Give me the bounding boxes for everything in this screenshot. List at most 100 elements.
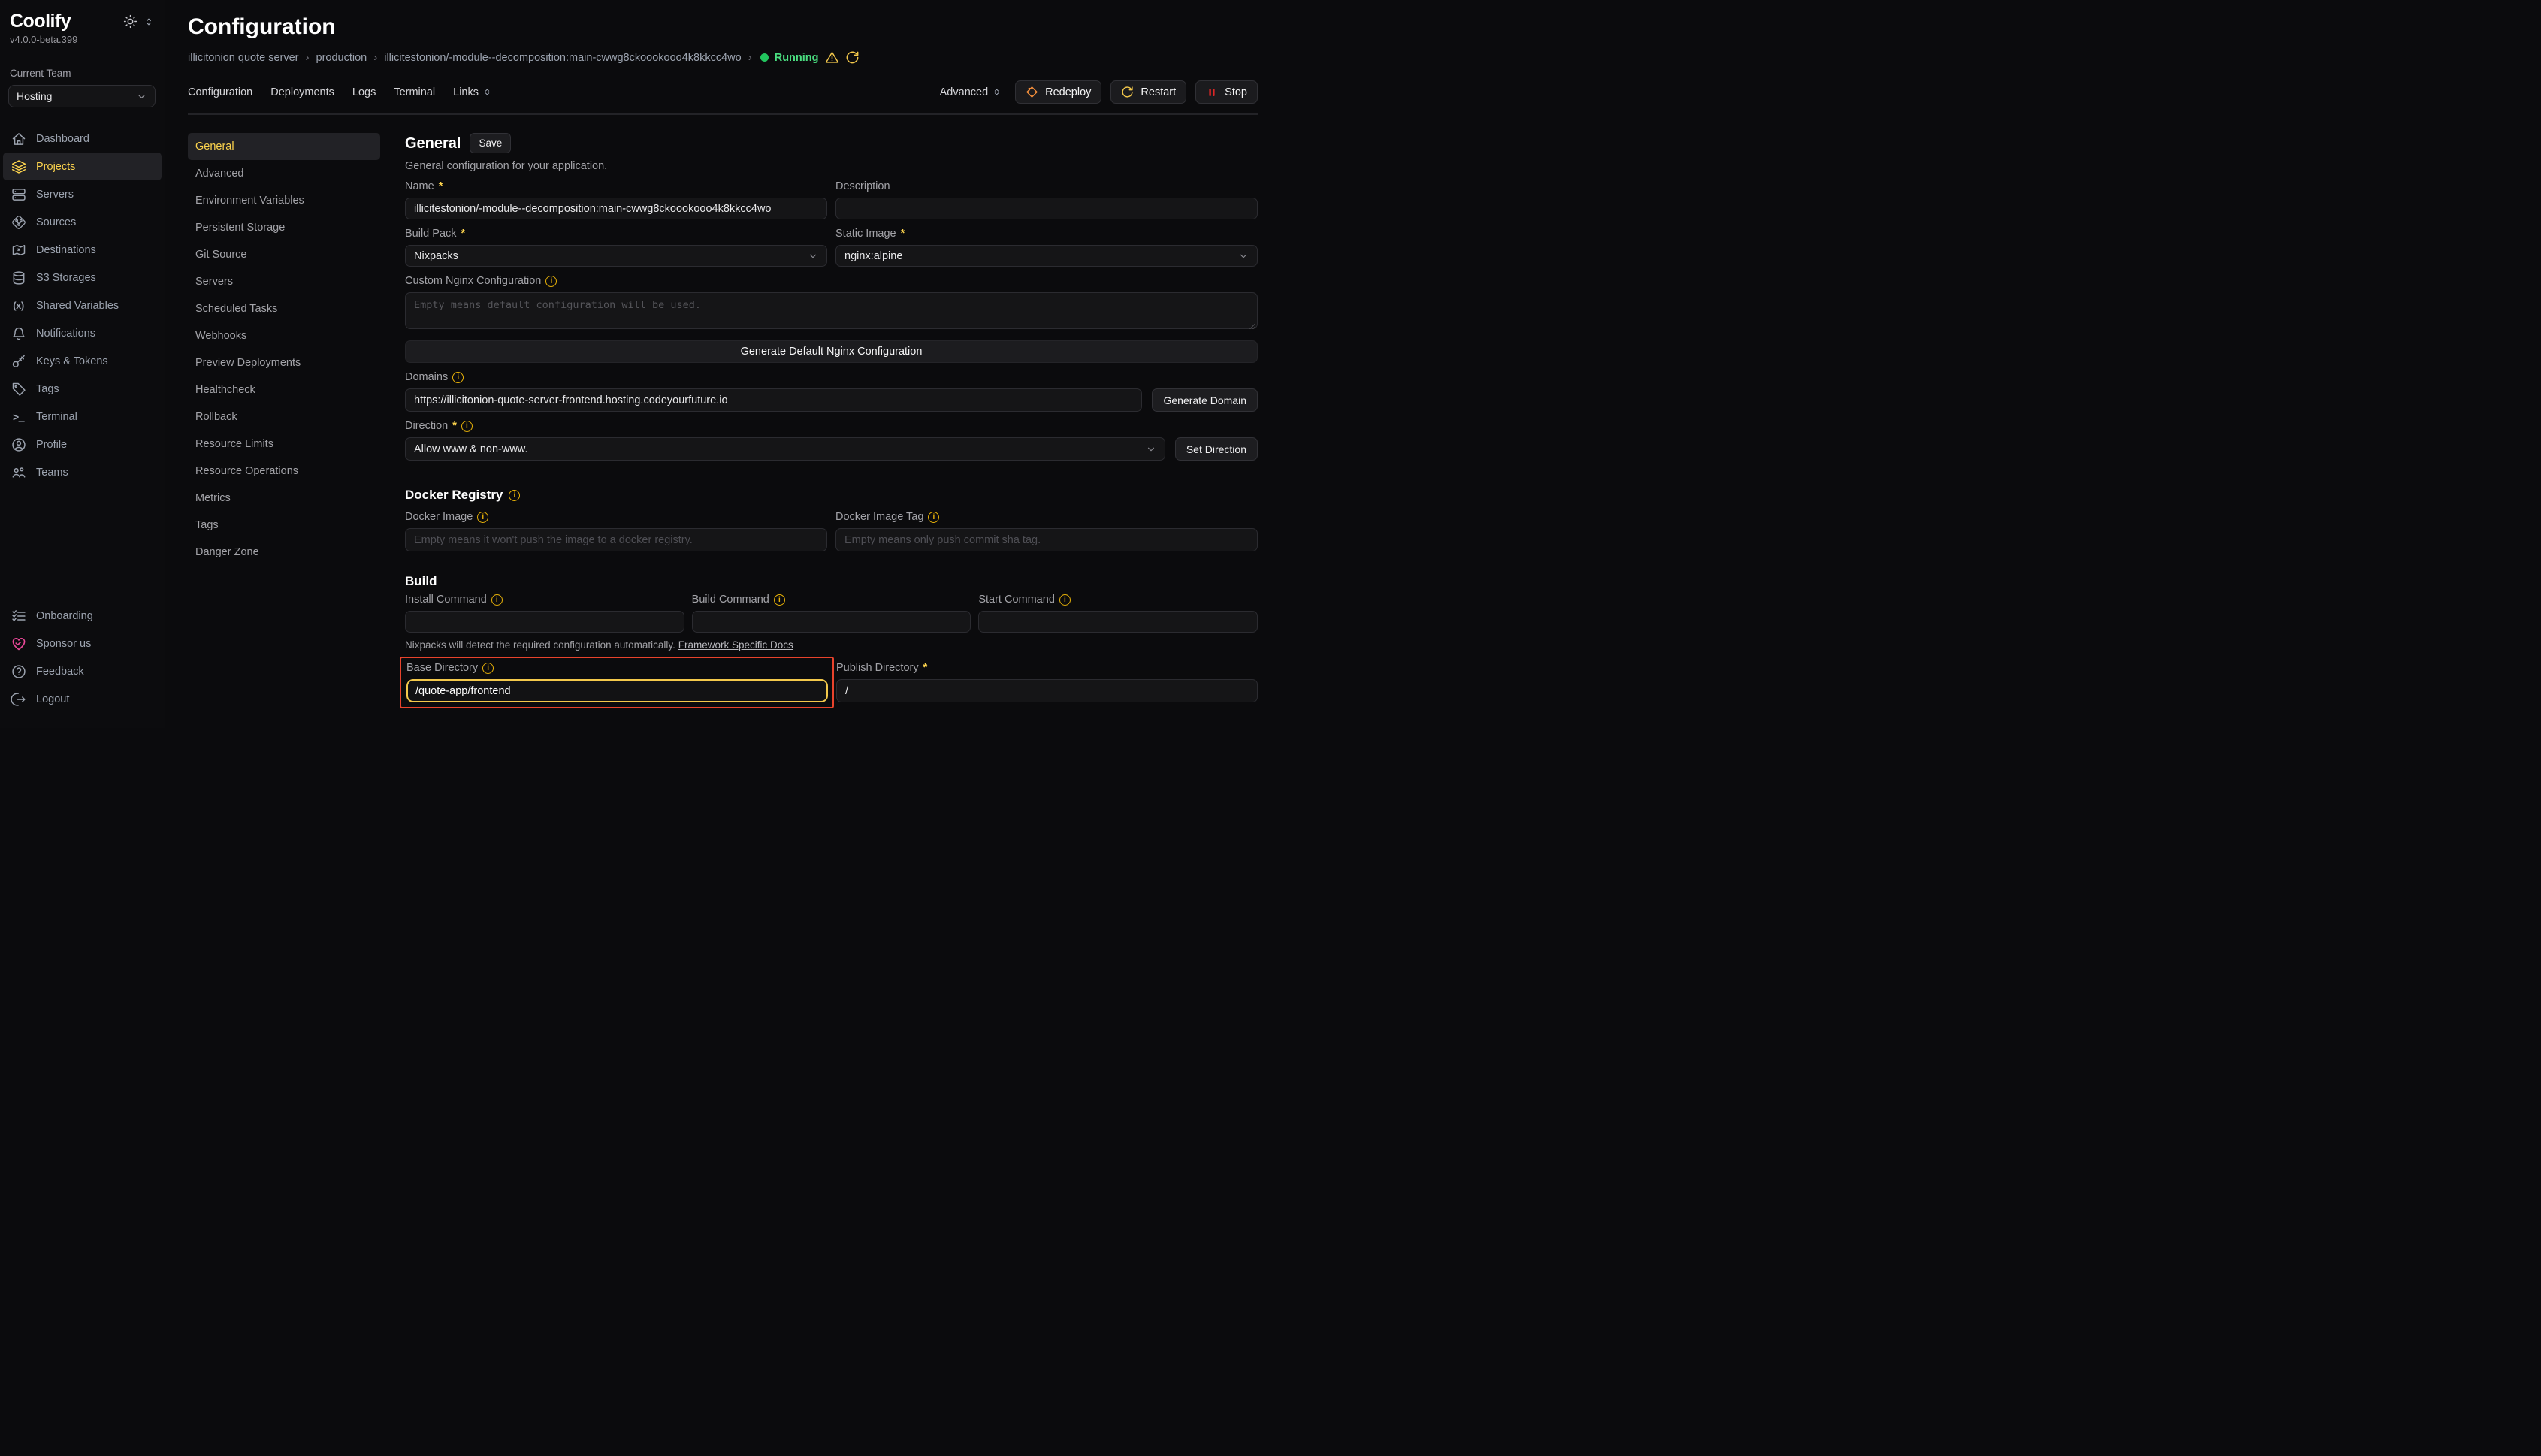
static-image-select[interactable]: nginx:alpine — [835, 245, 1258, 267]
status-dot — [760, 53, 769, 62]
subnav-preview-deployments[interactable]: Preview Deployments — [188, 349, 380, 376]
install-command-input[interactable] — [405, 611, 684, 633]
build-pack-value: Nixpacks — [414, 250, 458, 262]
subnav-servers[interactable]: Servers — [188, 268, 380, 295]
chevron-right-icon: › — [306, 51, 310, 64]
variables-icon — [11, 298, 26, 313]
settings-subnav: General Advanced Environment Variables P… — [188, 133, 380, 566]
redeploy-button[interactable]: Redeploy — [1015, 80, 1101, 104]
subnav-git-source[interactable]: Git Source — [188, 241, 380, 268]
theme-toggle-sun-icon[interactable] — [123, 14, 137, 29]
build-pack-select[interactable]: Nixpacks — [405, 245, 827, 267]
start-command-input[interactable] — [978, 611, 1258, 633]
sidebar-item-profile[interactable]: Profile — [3, 430, 162, 458]
subnav-rollback[interactable]: Rollback — [188, 403, 380, 430]
sidebar-item-logout[interactable]: Logout — [3, 685, 162, 713]
subnav-general[interactable]: General — [188, 133, 380, 160]
sidebar-item-label: Onboarding — [36, 610, 93, 622]
direction-select[interactable]: Allow www & non-www. — [405, 437, 1165, 461]
map-icon — [11, 242, 26, 258]
sidebar-item-onboarding[interactable]: Onboarding — [3, 602, 162, 630]
heart-icon — [11, 636, 26, 651]
base-directory-input[interactable] — [406, 679, 828, 702]
sidebar-item-terminal[interactable]: Terminal — [3, 403, 162, 430]
chevron-down-icon — [136, 91, 147, 102]
save-button[interactable]: Save — [470, 133, 511, 153]
subnav-healthcheck[interactable]: Healthcheck — [188, 376, 380, 403]
sidebar-item-feedback[interactable]: Feedback — [3, 657, 162, 685]
chevron-down-icon — [1238, 251, 1249, 261]
sidebar-item-sources[interactable]: Sources — [3, 208, 162, 236]
theme-select-chevron-icon[interactable] — [144, 17, 154, 27]
sidebar-item-tags[interactable]: Tags — [3, 375, 162, 403]
docker-image-tag-label: Docker Image Tag — [835, 511, 1258, 523]
tab-terminal[interactable]: Terminal — [394, 86, 435, 98]
subnav-danger-zone[interactable]: Danger Zone — [188, 539, 380, 566]
sidebar-item-keys-tokens[interactable]: Keys & Tokens — [3, 347, 162, 375]
breadcrumb-environment[interactable]: production — [316, 52, 367, 64]
sidebar: Coolify v4.0.0-beta.399 Current Team Hos… — [0, 0, 165, 728]
info-icon — [1059, 594, 1071, 606]
git-source-icon — [11, 214, 26, 230]
subnav-scheduled-tasks[interactable]: Scheduled Tasks — [188, 295, 380, 322]
docker-image-tag-input[interactable] — [835, 528, 1258, 551]
sidebar-item-servers[interactable]: Servers — [3, 180, 162, 208]
team-select[interactable]: Hosting — [8, 85, 156, 107]
sidebar-item-label: Servers — [36, 189, 74, 201]
subnav-persistent-storage[interactable]: Persistent Storage — [188, 214, 380, 241]
start-command-label: Start Command — [978, 594, 1258, 606]
breadcrumb-application[interactable]: illicitestonion/-module--decomposition:m… — [384, 52, 742, 64]
sidebar-item-shared-variables[interactable]: Shared Variables — [3, 292, 162, 319]
sidebar-item-label: Projects — [36, 161, 75, 173]
status-running-link[interactable]: Running — [775, 52, 819, 64]
tab-deployments[interactable]: Deployments — [270, 86, 334, 98]
tab-configuration[interactable]: Configuration — [188, 86, 252, 98]
custom-nginx-textarea[interactable] — [405, 292, 1258, 329]
sidebar-item-teams[interactable]: Teams — [3, 458, 162, 486]
info-icon — [545, 276, 557, 287]
publish-directory-input[interactable] — [836, 679, 1258, 702]
subnav-environment-variables[interactable]: Environment Variables — [188, 187, 380, 214]
tab-links[interactable]: Links — [453, 86, 492, 98]
subnav-resource-limits[interactable]: Resource Limits — [188, 430, 380, 458]
restart-button[interactable]: Restart — [1110, 80, 1186, 104]
sidebar-item-s3-storages[interactable]: S3 Storages — [3, 264, 162, 292]
main-area: Configuration illicitonion quote server … — [165, 0, 1270, 728]
subnav-resource-operations[interactable]: Resource Operations — [188, 458, 380, 485]
name-input[interactable] — [405, 198, 827, 219]
refresh-icon[interactable] — [845, 50, 860, 65]
subnav-advanced[interactable]: Advanced — [188, 160, 380, 187]
docker-image-input[interactable] — [405, 528, 827, 551]
sidebar-item-label: Dashboard — [36, 133, 89, 145]
breadcrumb-project[interactable]: illicitonion quote server — [188, 52, 299, 64]
stop-button[interactable]: Stop — [1195, 80, 1258, 104]
chevron-down-icon — [808, 251, 818, 261]
subnav-webhooks[interactable]: Webhooks — [188, 322, 380, 349]
tab-links-label: Links — [453, 86, 479, 98]
info-icon — [509, 490, 520, 501]
advanced-menu[interactable]: Advanced — [940, 86, 1002, 98]
terminal-icon — [11, 409, 26, 424]
generate-nginx-button[interactable]: Generate Default Nginx Configuration — [405, 340, 1258, 363]
server-icon — [11, 186, 26, 202]
description-input[interactable] — [835, 198, 1258, 219]
framework-docs-link[interactable]: Framework Specific Docs — [678, 639, 793, 651]
build-command-input[interactable] — [692, 611, 971, 633]
sidebar-item-sponsor[interactable]: Sponsor us — [3, 630, 162, 657]
tab-logs[interactable]: Logs — [352, 86, 376, 98]
nixpacks-note: Nixpacks will detect the required config… — [405, 639, 1258, 651]
info-icon — [461, 421, 473, 432]
name-label: Name* — [405, 180, 827, 192]
sidebar-item-label: Logout — [36, 693, 69, 705]
sidebar-item-notifications[interactable]: Notifications — [3, 319, 162, 347]
sidebar-item-dashboard[interactable]: Dashboard — [3, 125, 162, 153]
domains-input[interactable] — [405, 388, 1142, 412]
subnav-metrics[interactable]: Metrics — [188, 485, 380, 512]
set-direction-button[interactable]: Set Direction — [1175, 437, 1258, 461]
subnav-tags[interactable]: Tags — [188, 512, 380, 539]
sidebar-item-projects[interactable]: Projects — [3, 153, 162, 180]
sidebar-item-label: Profile — [36, 439, 67, 451]
sidebar-item-destinations[interactable]: Destinations — [3, 236, 162, 264]
generate-domain-button[interactable]: Generate Domain — [1152, 388, 1258, 412]
chevron-updown-icon — [482, 87, 492, 97]
